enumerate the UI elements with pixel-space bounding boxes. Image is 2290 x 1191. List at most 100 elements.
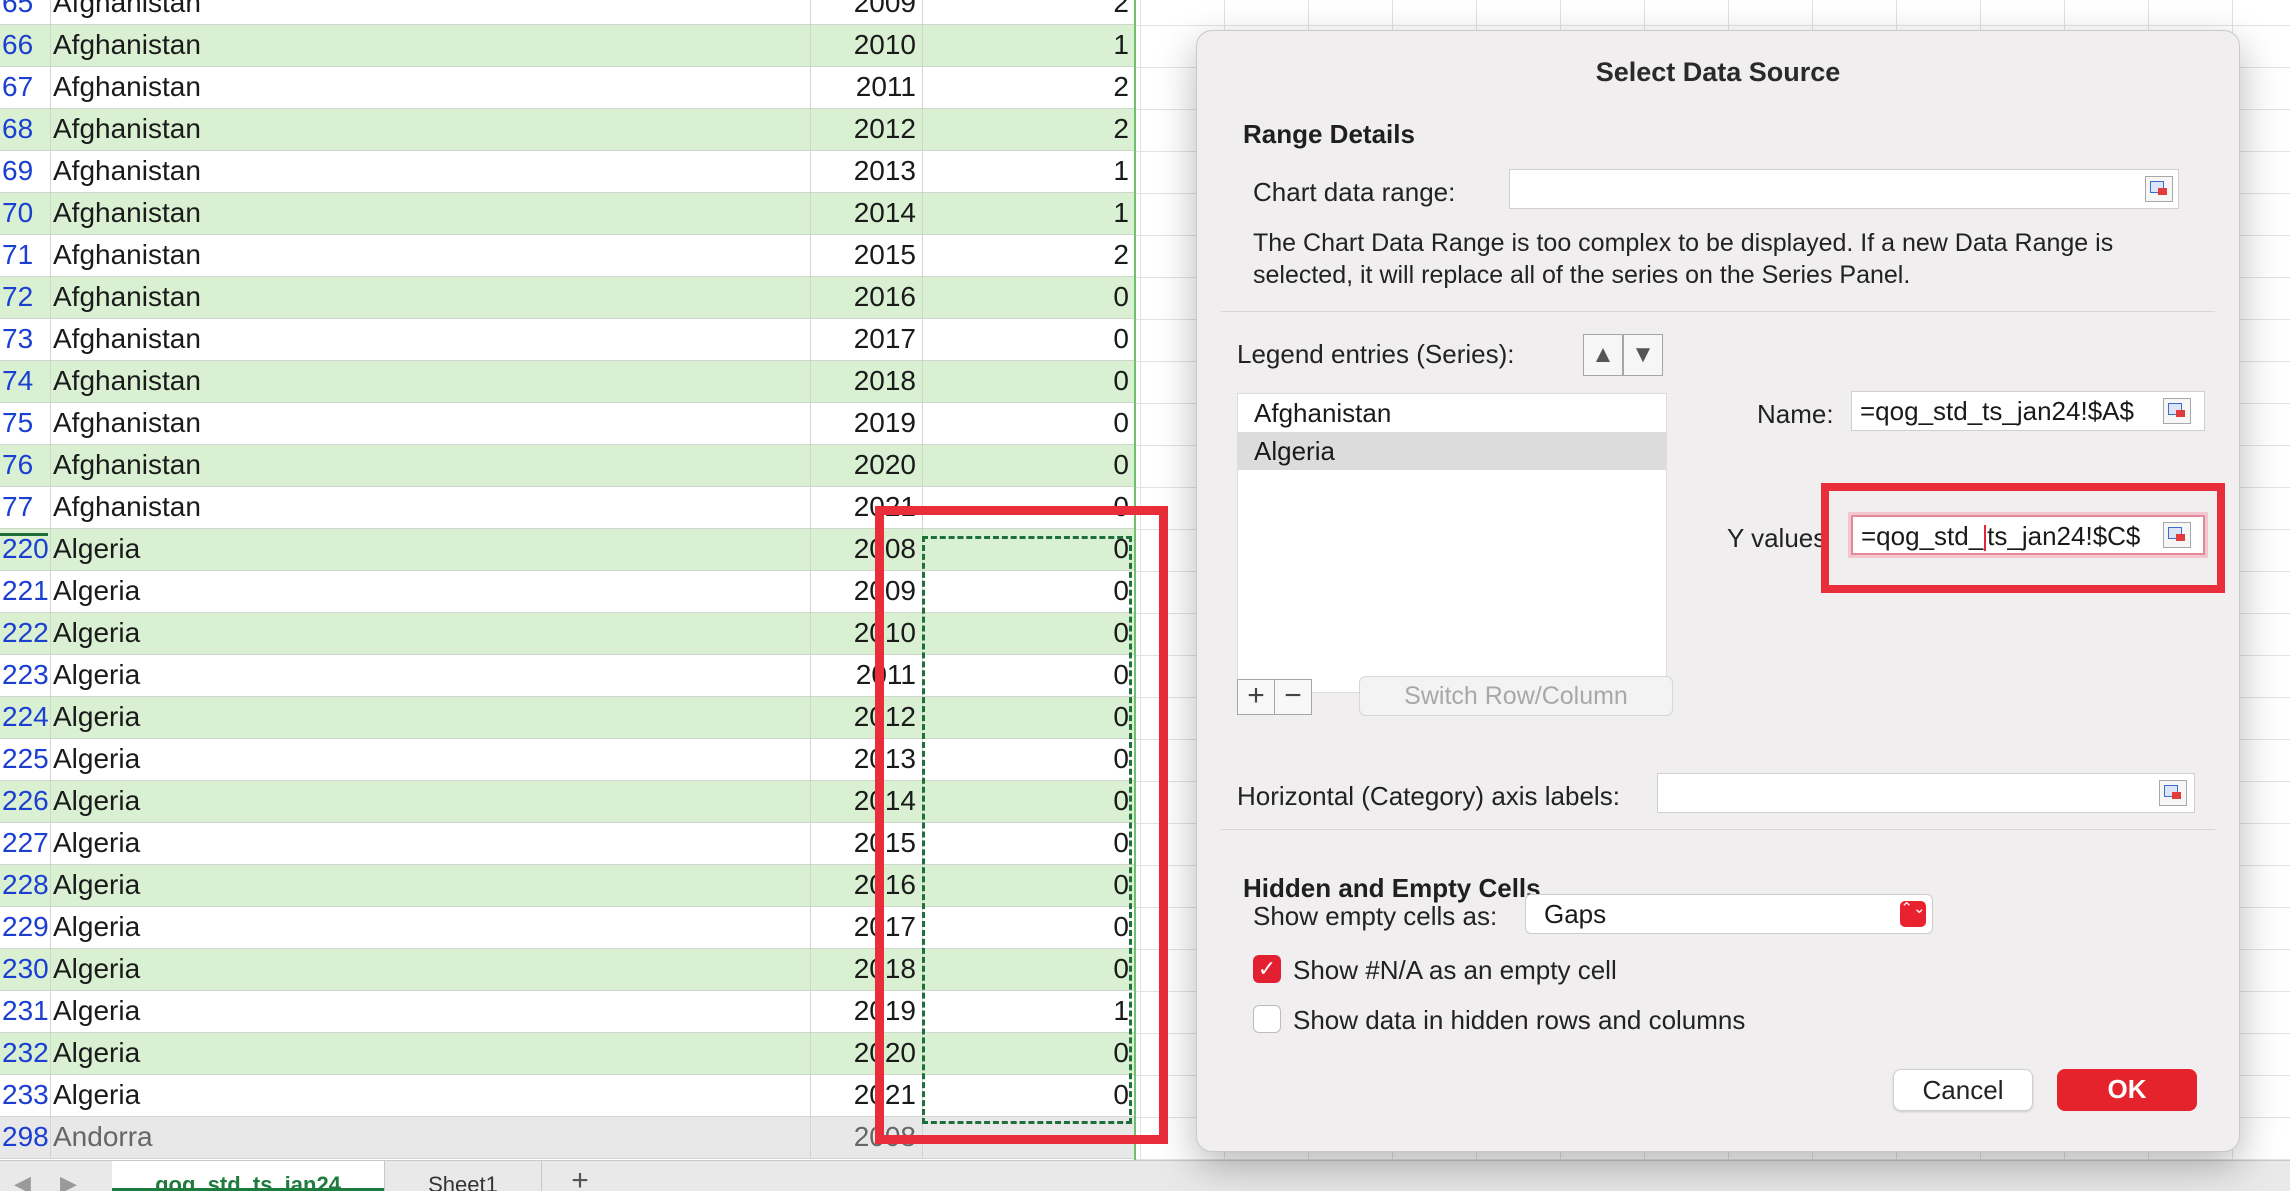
select-data-source-dialog: Select Data Source Range Details Chart d…: [1196, 30, 2240, 1152]
divider: [1221, 311, 2215, 312]
series-list[interactable]: Afghanistan Algeria: [1237, 393, 1667, 693]
year-cell[interactable]: 2015: [810, 235, 922, 277]
country-cell[interactable]: Afghanistan: [50, 403, 810, 445]
year-cell[interactable]: 2017: [810, 319, 922, 361]
country-cell[interactable]: Afghanistan: [50, 193, 810, 235]
hidden-rows-checkbox[interactable]: [1253, 1005, 1281, 1033]
switch-row-column-button[interactable]: Switch Row/Column: [1359, 676, 1673, 716]
value-cell[interactable]: 0: [922, 277, 1136, 319]
year-cell[interactable]: 2020: [810, 445, 922, 487]
country-cell[interactable]: Afghanistan: [50, 67, 810, 109]
year-cell[interactable]: 2018: [810, 361, 922, 403]
move-series-up-button[interactable]: ▲: [1583, 334, 1623, 376]
country-cell[interactable]: Afghanistan: [50, 25, 810, 67]
country-cell[interactable]: Afghanistan: [50, 277, 810, 319]
country-cell[interactable]: Afghanistan: [50, 151, 810, 193]
table-row[interactable]: 76 Afghanistan 2020 0: [0, 445, 1136, 487]
table-row[interactable]: 68 Afghanistan 2012 2: [0, 109, 1136, 151]
country-cell[interactable]: Algeria: [50, 655, 810, 697]
year-cell[interactable]: 2019: [810, 403, 922, 445]
country-cell[interactable]: Afghanistan: [50, 235, 810, 277]
row-number-cell: 69: [2, 155, 34, 186]
table-row[interactable]: 75 Afghanistan 2019 0: [0, 403, 1136, 445]
country-cell[interactable]: Algeria: [50, 613, 810, 655]
table-row[interactable]: 73 Afghanistan 2017 0: [0, 319, 1136, 361]
value-cell[interactable]: 2: [922, 109, 1136, 151]
value-cell[interactable]: 2: [922, 0, 1136, 25]
country-cell[interactable]: Afghanistan: [50, 445, 810, 487]
remove-series-button[interactable]: −: [1274, 679, 1312, 715]
table-row[interactable]: 72 Afghanistan 2016 0: [0, 277, 1136, 319]
year-cell[interactable]: 2010: [810, 25, 922, 67]
row-number-cell: 70: [2, 197, 34, 228]
country-cell[interactable]: Afghanistan: [50, 109, 810, 151]
table-row[interactable]: 66 Afghanistan 2010 1: [0, 25, 1136, 67]
move-series-down-button[interactable]: ▼: [1623, 334, 1663, 376]
row-number-cell: 71: [2, 239, 34, 270]
year-cell[interactable]: 2016: [810, 277, 922, 319]
year-cell[interactable]: 2011: [810, 67, 922, 109]
series-item-afghanistan[interactable]: Afghanistan: [1238, 394, 1666, 432]
country-cell[interactable]: Algeria: [50, 1075, 810, 1117]
country-cell[interactable]: Algeria: [50, 697, 810, 739]
country-cell[interactable]: Algeria: [50, 739, 810, 781]
country-cell[interactable]: Afghanistan: [50, 361, 810, 403]
value-cell[interactable]: 1: [922, 25, 1136, 67]
next-sheet-icon[interactable]: ▶: [60, 1171, 77, 1191]
axis-picker-icon[interactable]: [2159, 780, 2187, 806]
empty-cells-select[interactable]: Gaps ⌃⌄: [1525, 894, 1933, 934]
country-cell[interactable]: Algeria: [50, 823, 810, 865]
prev-sheet-icon[interactable]: ◀: [14, 1171, 31, 1191]
country-cell[interactable]: Afghanistan: [50, 0, 810, 25]
name-picker-icon[interactable]: [2163, 398, 2191, 424]
table-row[interactable]: 71 Afghanistan 2015 2: [0, 235, 1136, 277]
country-cell[interactable]: Algeria: [50, 781, 810, 823]
year-cell[interactable]: 2013: [810, 151, 922, 193]
country-cell[interactable]: Algeria: [50, 991, 810, 1033]
annotation-highlight-cells: [875, 506, 1168, 1144]
country-cell[interactable]: Algeria: [50, 907, 810, 949]
value-cell[interactable]: 2: [922, 235, 1136, 277]
axis-labels-field[interactable]: [1657, 773, 2195, 813]
value-cell[interactable]: 0: [922, 319, 1136, 361]
country-cell[interactable]: Afghanistan: [50, 319, 810, 361]
year-cell[interactable]: 2009: [810, 0, 922, 25]
add-sheet-button[interactable]: +: [560, 1161, 600, 1191]
value-cell[interactable]: 0: [922, 445, 1136, 487]
tab-qog-std-ts-jan24[interactable]: qog_std_ts_jan24: [112, 1161, 384, 1191]
table-row[interactable]: 74 Afghanistan 2018 0: [0, 361, 1136, 403]
arrow-up-icon: ▲: [1591, 341, 1615, 368]
table-row[interactable]: 70 Afghanistan 2014 1: [0, 193, 1136, 235]
value-cell[interactable]: 0: [922, 361, 1136, 403]
year-cell[interactable]: 2014: [810, 193, 922, 235]
country-cell[interactable]: Algeria: [50, 1033, 810, 1075]
series-name-field[interactable]: =qog_std_ts_jan24!$A$: [1851, 391, 2205, 431]
na-empty-checkbox[interactable]: ✓: [1253, 955, 1281, 983]
country-cell[interactable]: Andorra: [50, 1117, 810, 1159]
add-series-button[interactable]: +: [1237, 679, 1275, 715]
cancel-button[interactable]: Cancel: [1893, 1069, 2033, 1111]
series-name-label: Name:: [1757, 399, 1834, 429]
range-picker-icon[interactable]: [2145, 176, 2173, 202]
value-cell[interactable]: 1: [922, 193, 1136, 235]
country-cell[interactable]: Algeria: [50, 529, 810, 571]
value-cell[interactable]: 1: [922, 151, 1136, 193]
value-cell[interactable]: 0: [922, 403, 1136, 445]
divider: [1221, 829, 2215, 830]
row-number-cell: 226: [2, 785, 49, 816]
table-row[interactable]: 65 Afghanistan 2009 2: [0, 0, 1136, 25]
table-row[interactable]: 67 Afghanistan 2011 2: [0, 67, 1136, 109]
country-cell[interactable]: Algeria: [50, 571, 810, 613]
year-cell[interactable]: 2012: [810, 109, 922, 151]
ok-button[interactable]: OK: [2057, 1069, 2197, 1111]
hidden-rows-label: Show data in hidden rows and columns: [1293, 1005, 1746, 1035]
na-empty-label: Show #N/A as an empty cell: [1293, 955, 1617, 985]
tab-sheet1[interactable]: Sheet1: [384, 1161, 542, 1191]
table-row[interactable]: 69 Afghanistan 2013 1: [0, 151, 1136, 193]
country-cell[interactable]: Afghanistan: [50, 487, 810, 529]
country-cell[interactable]: Algeria: [50, 949, 810, 991]
value-cell[interactable]: 2: [922, 67, 1136, 109]
series-item-algeria[interactable]: Algeria: [1238, 432, 1666, 470]
chart-data-range-field[interactable]: [1509, 169, 2179, 209]
country-cell[interactable]: Algeria: [50, 865, 810, 907]
